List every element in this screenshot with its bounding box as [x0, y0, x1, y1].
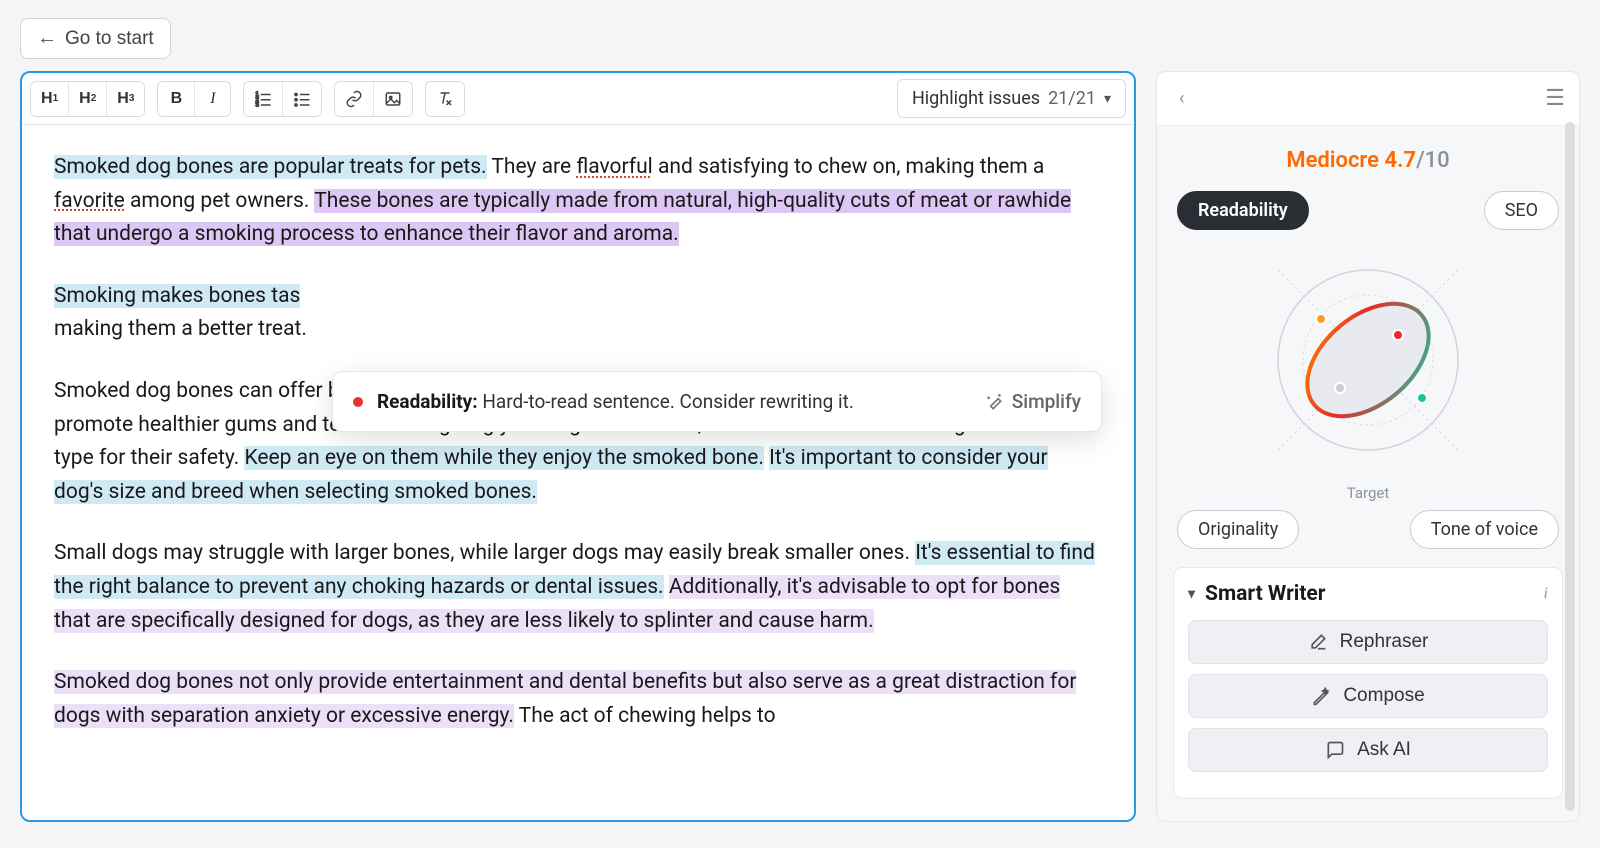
chevron-down-icon[interactable]: ▾ — [1188, 586, 1195, 602]
link-button[interactable] — [335, 82, 373, 116]
score-max: /10 — [1416, 148, 1450, 173]
sidebar-menu-button[interactable]: ☰ — [1545, 86, 1565, 111]
target-label: Target — [1173, 484, 1563, 502]
editor-content[interactable]: Smoked dog bones are popular treats for … — [22, 125, 1134, 787]
plain-text: and satisfying to chew on, making them a — [653, 155, 1045, 179]
highlighted-text: Keep an eye on them while they enjoy the… — [244, 446, 763, 470]
plain-text: among pet owners. — [125, 189, 314, 213]
highlighted-text: Smoked dog bones are popular treats for … — [54, 155, 487, 179]
score-display: Mediocre 4.7/10 — [1173, 148, 1563, 173]
svg-text:3: 3 — [256, 102, 260, 108]
heading-2-button[interactable]: H2 — [68, 82, 106, 116]
highlighted-text: Smoking makes bones tas — [54, 284, 300, 308]
highlight-issues-count: 21/21 — [1048, 88, 1096, 109]
pill-readability[interactable]: Readability — [1177, 191, 1309, 230]
editor-toolbar: H1 H2 H3 B I 123 — [22, 73, 1134, 125]
severity-dot-icon — [353, 397, 363, 407]
plain-text: They are — [487, 155, 577, 179]
plain-text: making them a better treat. — [54, 317, 307, 341]
sidebar-back-button[interactable]: ‹ — [1171, 82, 1192, 115]
arrow-left-icon: ← — [37, 27, 57, 50]
ask-ai-label: Ask AI — [1357, 739, 1411, 761]
highlight-issues-label: Highlight issues — [912, 88, 1040, 109]
radar-chart — [1173, 240, 1563, 480]
ordered-list-button[interactable]: 123 — [244, 82, 282, 116]
wand-icon — [984, 392, 1004, 412]
popup-category-label: Readability: — [377, 390, 478, 413]
readability-popup: Readability: Hard-to-read sentence. Cons… — [332, 371, 1102, 432]
pill-originality[interactable]: Originality — [1177, 510, 1299, 549]
highlight-issues-dropdown[interactable]: Highlight issues 21/21 ▾ — [897, 79, 1126, 118]
go-to-start-label: Go to start — [65, 28, 154, 50]
bold-button[interactable]: B — [158, 82, 194, 116]
ask-ai-button[interactable]: Ask AI — [1188, 728, 1548, 772]
spelling-error[interactable]: favorite — [54, 189, 125, 213]
rephraser-label: Rephraser — [1340, 631, 1429, 653]
editor-panel: H1 H2 H3 B I 123 — [20, 71, 1136, 822]
pill-seo[interactable]: SEO — [1484, 191, 1559, 230]
sidebar-panel: ‹ ☰ Mediocre 4.7/10 Readability SEO — [1156, 71, 1580, 822]
plain-text: The act of chewing helps to — [514, 704, 776, 728]
smart-writer-panel: ▾ Smart Writer i Rephraser Compose Ask A… — [1173, 567, 1563, 799]
scrollbar[interactable] — [1565, 122, 1575, 811]
score-label: Mediocre — [1286, 148, 1379, 173]
heading-3-button[interactable]: H3 — [106, 82, 144, 116]
popup-message: Hard-to-read sentence. Consider rewritin… — [482, 390, 854, 413]
spelling-error[interactable]: flavorful — [576, 155, 652, 179]
chevron-down-icon: ▾ — [1104, 91, 1111, 107]
sparkle-pen-icon — [1311, 686, 1331, 706]
score-value: 4.7 — [1384, 148, 1416, 173]
info-icon[interactable]: i — [1544, 585, 1548, 603]
clear-formatting-button[interactable] — [426, 82, 464, 116]
unordered-list-button[interactable] — [282, 82, 321, 116]
compose-button[interactable]: Compose — [1188, 674, 1548, 718]
simplify-button[interactable]: Simplify — [984, 390, 1081, 413]
italic-button[interactable]: I — [194, 82, 230, 116]
chat-icon — [1325, 740, 1345, 760]
plain-text: Small dogs may struggle with larger bone… — [54, 541, 915, 565]
rephraser-button[interactable]: Rephraser — [1188, 620, 1548, 664]
smart-writer-title: Smart Writer — [1205, 582, 1325, 606]
pill-tone[interactable]: Tone of voice — [1410, 510, 1559, 549]
simplify-label: Simplify — [1012, 390, 1081, 413]
edit-icon — [1308, 632, 1328, 652]
compose-label: Compose — [1343, 685, 1424, 707]
image-button[interactable] — [373, 82, 412, 116]
go-to-start-button[interactable]: ← Go to start — [20, 18, 171, 59]
heading-1-button[interactable]: H1 — [31, 82, 68, 116]
